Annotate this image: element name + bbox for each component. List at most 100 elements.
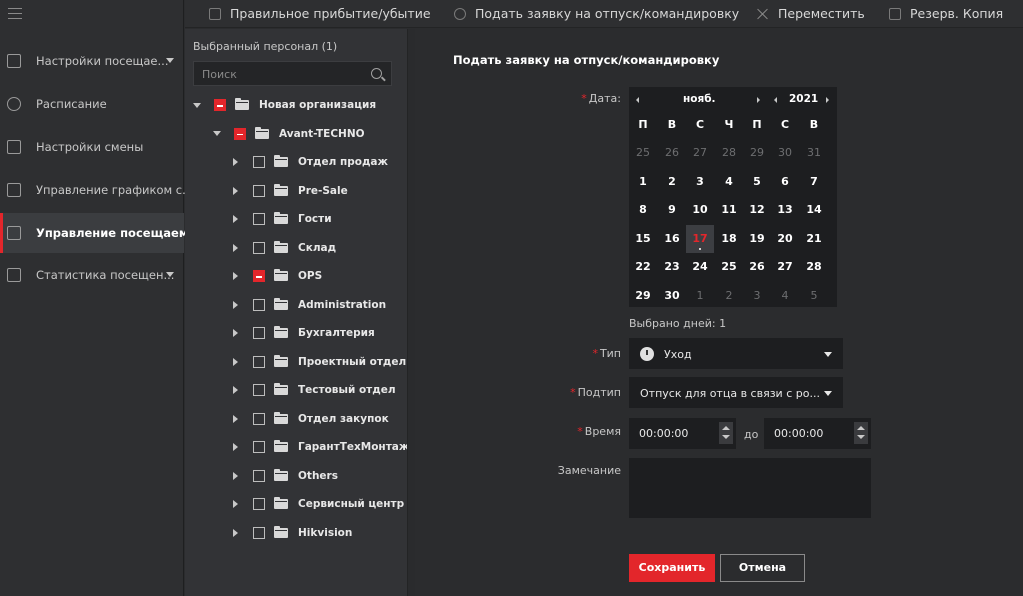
tree-node[interactable]: Сервисный центр (233, 494, 404, 514)
checkbox[interactable] (253, 184, 265, 197)
calendar-day[interactable]: 22 (629, 253, 657, 281)
calendar-day[interactable]: 5 (743, 168, 771, 196)
calendar-day[interactable]: 6 (771, 168, 799, 196)
checkbox[interactable] (253, 270, 265, 282)
correct-check-button[interactable]: Правильное прибытие/убытие (209, 6, 431, 21)
checkbox[interactable] (253, 526, 265, 539)
search-icon[interactable] (371, 68, 382, 79)
calendar-day[interactable]: 21 (800, 225, 828, 253)
calendar-day[interactable]: 17 (686, 224, 714, 253)
sidebar-item-schedule[interactable]: Расписание (0, 84, 184, 124)
save-button[interactable]: Сохранить (629, 554, 715, 582)
chevron-right-icon[interactable] (233, 443, 238, 451)
calendar-day[interactable]: 29 (629, 282, 657, 310)
sidebar-item-attendance-stats[interactable]: Статистика посещен... (0, 255, 184, 295)
calendar-day[interactable]: 4 (715, 168, 743, 196)
calendar-day[interactable]: 27 (771, 253, 799, 281)
calendar-day[interactable]: 12 (743, 196, 771, 224)
next-month-icon[interactable] (757, 97, 760, 103)
time-stepper[interactable] (719, 422, 733, 444)
calendar-day[interactable]: 27 (686, 139, 714, 167)
calendar-day[interactable]: 2 (715, 282, 743, 310)
chevron-right-icon[interactable] (233, 272, 238, 280)
tree-node[interactable]: Тестовый отдел (233, 380, 396, 400)
calendar-day[interactable]: 4 (771, 282, 799, 310)
time-from-field[interactable]: 00:00:00 (629, 418, 736, 449)
tree-node[interactable]: Гости (233, 209, 332, 229)
apply-leave-button[interactable]: Подать заявку на отпуск/командировку (454, 6, 739, 21)
checkbox[interactable] (253, 241, 265, 254)
calendar-day[interactable]: 14 (800, 196, 828, 224)
backup-button[interactable]: Резерв. Копия (889, 6, 1003, 21)
chevron-right-icon[interactable] (233, 528, 238, 537)
checkbox[interactable] (253, 156, 265, 168)
calendar-day[interactable]: 25 (715, 253, 743, 281)
tree-node[interactable]: Avant-TECHNO (213, 124, 365, 144)
calendar-day[interactable]: 1 (629, 168, 657, 196)
calendar-day[interactable]: 18 (715, 225, 743, 253)
calendar-day[interactable]: 28 (715, 139, 743, 167)
prev-month-icon[interactable] (636, 97, 639, 103)
sidebar-item-schedule-management[interactable]: Управление графиком с... (0, 170, 193, 210)
calendar-day[interactable]: 16 (658, 225, 686, 253)
calendar-day[interactable]: 19 (743, 225, 771, 253)
tree-node[interactable]: Others (233, 466, 338, 486)
calendar-day[interactable]: 11 (715, 196, 743, 224)
tree-node[interactable]: Отдел продаж (233, 152, 388, 172)
chevron-right-icon[interactable] (233, 357, 238, 366)
calendar-day[interactable]: 30 (658, 282, 686, 310)
move-button[interactable]: Переместить (757, 6, 865, 21)
chevron-down-icon[interactable] (193, 102, 201, 108)
type-select[interactable]: Уход (629, 338, 843, 369)
chevron-right-icon[interactable] (233, 243, 238, 252)
checkbox[interactable] (253, 498, 265, 510)
menu-icon[interactable] (8, 8, 22, 20)
tree-node[interactable]: Новая организация (193, 95, 376, 115)
tree-node[interactable]: Склад (233, 238, 336, 258)
chevron-right-icon[interactable] (233, 300, 238, 309)
calendar-day[interactable]: 1 (686, 282, 714, 310)
chevron-right-icon[interactable] (233, 215, 238, 223)
sidebar-item-shift-settings[interactable]: Настройки смены (0, 127, 184, 167)
checkbox[interactable] (253, 469, 265, 482)
remark-field[interactable] (629, 458, 871, 518)
calendar-day[interactable]: 3 (743, 282, 771, 310)
chevron-right-icon[interactable] (233, 158, 238, 166)
checkbox[interactable] (234, 127, 246, 140)
tree-node[interactable]: Hikvision (233, 523, 352, 543)
checkbox[interactable] (253, 298, 265, 311)
checkbox[interactable] (253, 412, 265, 425)
calendar-day[interactable]: 26 (743, 253, 771, 281)
tree-node[interactable]: Administration (233, 295, 386, 315)
calendar-day[interactable]: 15 (629, 225, 657, 253)
calendar-day[interactable]: 3 (686, 168, 714, 196)
sidebar-item-attendance-settings[interactable]: Настройки посещае... (0, 41, 184, 81)
calendar-day[interactable]: 28 (800, 253, 828, 281)
calendar-day[interactable]: 13 (771, 196, 799, 224)
calendar-day[interactable]: 31 (800, 139, 828, 167)
checkbox[interactable] (253, 441, 265, 453)
checkbox[interactable] (253, 213, 265, 225)
prev-year-icon[interactable] (774, 97, 777, 103)
checkbox[interactable] (253, 327, 265, 339)
subtype-select[interactable]: Отпуск для отца в связи с ро... (629, 377, 843, 408)
checkbox[interactable] (253, 355, 265, 368)
calendar-day[interactable]: 5 (800, 282, 828, 310)
calendar-day[interactable]: 9 (658, 196, 686, 224)
calendar-day[interactable]: 29 (743, 139, 771, 167)
chevron-right-icon[interactable] (233, 329, 238, 337)
calendar-day[interactable]: 8 (629, 196, 657, 224)
tree-node[interactable]: OPS (233, 266, 322, 286)
tree-node[interactable]: Проектный отдел (233, 352, 406, 372)
calendar-day[interactable]: 26 (658, 139, 686, 167)
calendar-day[interactable]: 24 (686, 253, 714, 281)
tree-node[interactable]: Pre-Sale (233, 181, 348, 201)
chevron-down-icon[interactable] (213, 131, 221, 136)
calendar-day[interactable]: 23 (658, 253, 686, 281)
time-to-field[interactable]: 00:00:00 (764, 418, 871, 449)
tree-node[interactable]: ГарантТехМонтаж (233, 437, 409, 457)
calendar-day[interactable]: 7 (800, 168, 828, 196)
checkbox[interactable] (253, 384, 265, 396)
next-year-icon[interactable] (826, 97, 829, 103)
calendar-day[interactable]: 20 (771, 225, 799, 253)
